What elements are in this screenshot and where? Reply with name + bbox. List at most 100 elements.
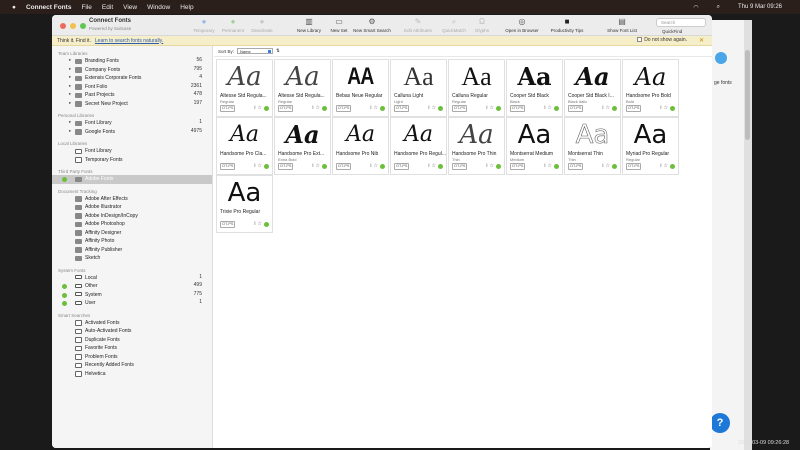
apple-icon[interactable]: ● [12,4,16,11]
favorite-star-icon[interactable]: ☆ [374,163,378,169]
activation-status-icon[interactable] [322,105,327,111]
close-window-button[interactable] [60,23,66,29]
sidebar-item[interactable]: User 1 [52,299,212,308]
sidebar-item[interactable]: Affinity Designer [52,229,212,238]
toolbar-productivity-tips-button[interactable]: ■ Productivity Tips [544,17,590,33]
sidebar-item[interactable]: Adobe Fonts [52,175,212,184]
sidebar-item[interactable]: ▸ Past Projects 478 [52,91,212,100]
menu-help[interactable]: Help [180,4,193,11]
activation-status-icon[interactable] [322,163,327,169]
favorite-star-icon[interactable]: ☆ [316,105,320,111]
info-icon[interactable]: i [312,163,313,169]
info-icon[interactable]: i [486,105,487,111]
activation-status-icon[interactable] [670,105,675,111]
activation-status-icon[interactable] [554,163,559,169]
close-notice-icon[interactable]: ✕ [699,37,704,44]
help-button[interactable]: ? [710,413,730,433]
font-card[interactable]: Aa Trixie Pro Regular OT-PS i ☆ [216,175,273,233]
favorite-star-icon[interactable]: ☆ [316,163,320,169]
disclosure-arrow-icon[interactable]: ▸ [69,100,71,106]
menu-view[interactable]: View [123,4,137,11]
sidebar-item[interactable]: Local 1 [52,274,212,283]
font-card[interactable]: Aa Handsome Pro Cla... OT-PS i ☆ [216,117,273,175]
font-card[interactable]: Aa Altesse Std Regula... Regular OT-PS i ☆ [274,59,331,117]
activation-status-icon[interactable] [496,163,501,169]
disclosure-arrow-icon[interactable]: ▸ [69,74,71,80]
info-icon[interactable]: i [370,105,371,111]
font-card[interactable]: Aa Handsome Pro Bold Bold OT-PS i ☆ [622,59,679,117]
info-icon[interactable]: i [544,105,545,111]
sidebar-item[interactable]: Adobe Illustrator [52,203,212,212]
favorite-star-icon[interactable]: ☆ [258,163,262,169]
dont-show-checkbox[interactable]: Do not show again. [637,37,687,43]
sidebar-item[interactable]: Problem Fonts [52,353,212,362]
disclosure-arrow-icon[interactable]: ▸ [69,83,71,89]
font-card[interactable]: Aa Myriad Pro Regular Regular OT-PS i ☆ [622,117,679,175]
favorite-star-icon[interactable]: ☆ [432,163,436,169]
activation-status-icon[interactable] [438,163,443,169]
sidebar-item[interactable]: Duplicate Fonts [52,336,212,345]
sidebar-item[interactable]: Auto-Activated Fonts [52,327,212,336]
favorite-star-icon[interactable]: ☆ [548,163,552,169]
toolbar-show-font-list-button[interactable]: ▤ Show Font List [599,17,645,33]
info-icon[interactable]: i [544,163,545,169]
sidebar-item[interactable]: ▸ Extensis Corporate Fonts 4 [52,74,212,83]
favorite-star-icon[interactable]: ☆ [432,105,436,111]
info-icon[interactable]: i [428,163,429,169]
font-card[interactable]: Aa Handsome Pro Thin Thin OT-PS i ☆ [448,117,505,175]
font-card[interactable]: Aa Calluna Light Light OT-PS i ☆ [390,59,447,117]
sidebar-item[interactable]: Sketch [52,254,212,263]
favorite-star-icon[interactable]: ☆ [490,163,494,169]
sidebar-item[interactable]: Favorite Fonts [52,344,212,353]
sidebar-item[interactable]: Affinity Photo [52,237,212,246]
info-icon[interactable]: i [254,163,255,169]
sidebar-item[interactable]: Other 499 [52,282,212,291]
sort-select[interactable]: Name [237,48,274,54]
sort-direction-icon[interactable]: ⇅ [276,48,280,54]
font-card[interactable]: AA Bebas Neue Regular OT-PS i ☆ [332,59,389,117]
favorite-star-icon[interactable]: ☆ [664,163,668,169]
disclosure-arrow-icon[interactable]: ▸ [69,128,71,134]
zoom-window-button[interactable] [80,23,86,29]
sidebar-item[interactable]: Temporary Fonts [52,156,212,165]
activation-status-icon[interactable] [496,105,501,111]
info-icon[interactable]: i [254,105,255,111]
sidebar-item[interactable]: Recently Added Fonts [52,361,212,370]
font-card[interactable]: Aa Cooper Std Black I... Black Italic OT-PS… [564,59,621,117]
favorite-star-icon[interactable]: ☆ [258,105,262,111]
activation-status-icon[interactable] [264,221,269,227]
favorite-star-icon[interactable]: ☆ [606,163,610,169]
info-icon[interactable]: i [428,105,429,111]
sidebar-item[interactable]: ▸ Font Library 1 [52,119,212,128]
sidebar-item[interactable]: Font Library [52,147,212,156]
sidebar-item[interactable]: ▸ Google Fonts 4975 [52,128,212,137]
toolbar-new-smart-search-button[interactable]: ⚙ New Smart Search [349,17,395,33]
font-card[interactable]: Aa Montserrat Thin Thin OT-PS i ☆ [564,117,621,175]
toolbar-open-in-browser-button[interactable]: ◎ Open in Browser [499,17,545,33]
sidebar-item[interactable]: ▸ Company Fonts 795 [52,66,212,75]
activation-status-icon[interactable] [380,163,385,169]
clock[interactable]: Thu 9 Mar 09:26 [738,4,782,10]
font-card[interactable]: Aa Cooper Std Black Black OT-PS i ☆ [506,59,563,117]
sidebar-item[interactable]: Adobe Photoshop [52,220,212,229]
activation-status-icon[interactable] [612,163,617,169]
menu-edit[interactable]: Edit [102,4,113,11]
sidebar-item[interactable]: Helvetica [52,370,212,379]
activation-status-icon[interactable] [438,105,443,111]
sidebar-item[interactable]: Adobe InDesign/InCopy [52,212,212,221]
info-icon[interactable]: i [370,163,371,169]
favorite-star-icon[interactable]: ☆ [374,105,378,111]
font-card[interactable]: Aa Handsome Pro Regul... OT-PS i ☆ [390,117,447,175]
font-card[interactable]: Aa Handsome Pro Nib OT-PS i ☆ [332,117,389,175]
activation-status-icon[interactable] [554,105,559,111]
background-scrollbar[interactable] [744,20,752,450]
disclosure-arrow-icon[interactable]: ▸ [69,66,71,72]
activation-status-icon[interactable] [670,163,675,169]
info-icon[interactable]: i [486,163,487,169]
activation-status-icon[interactable] [264,105,269,111]
disclosure-arrow-icon[interactable]: ▸ [69,119,71,125]
info-icon[interactable]: i [660,163,661,169]
activation-status-icon[interactable] [380,105,385,111]
minimize-window-button[interactable] [70,23,76,29]
sidebar-item[interactable]: System 775 [52,291,212,300]
